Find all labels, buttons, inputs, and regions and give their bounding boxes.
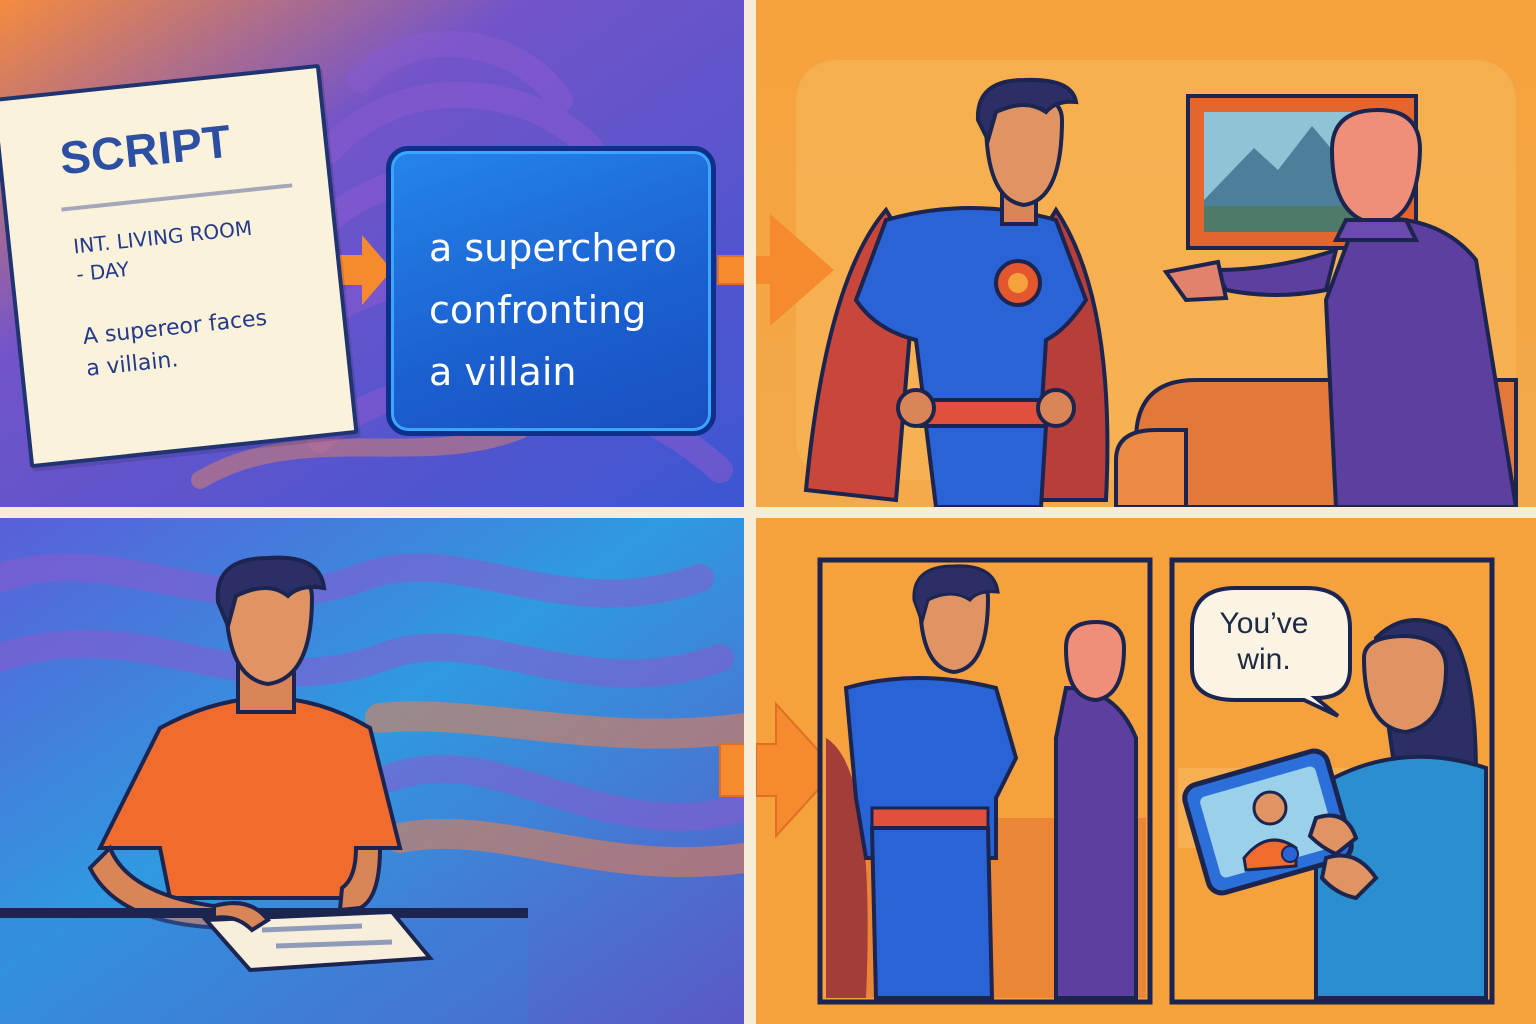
script-title: SCRIPT [57, 114, 234, 185]
prompt-box: a superchero confronting a villain [386, 146, 716, 436]
comic-frame-hero-villain [817, 557, 1153, 1005]
panel-output-comic: You’ve win. [756, 518, 1536, 1024]
panel-script-to-prompt: SCRIPT INT. LIVING ROOM - DAY A supereor… [0, 0, 744, 507]
script-action-line: A supereor faces a villain. [81, 305, 269, 382]
speech-bubble-text: You’ve win. [1219, 607, 1309, 676]
script-divider [61, 183, 293, 212]
hero-villain-scene [756, 0, 1536, 507]
comic-storyboard: SCRIPT INT. LIVING ROOM - DAY A supereor… [0, 0, 1536, 1024]
panel-reader-at-desk [0, 518, 744, 1024]
hero-belt [919, 398, 1048, 428]
reader-scene [0, 518, 744, 1024]
panel-hero-confronts-villain [756, 0, 1536, 507]
output-comic-scene [756, 518, 1536, 1024]
prompt-text: a superchero confronting a villain [429, 226, 677, 394]
script-scene-heading: INT. LIVING ROOM - DAY [72, 215, 254, 287]
script-card: SCRIPT INT. LIVING ROOM - DAY A supereor… [0, 63, 359, 469]
